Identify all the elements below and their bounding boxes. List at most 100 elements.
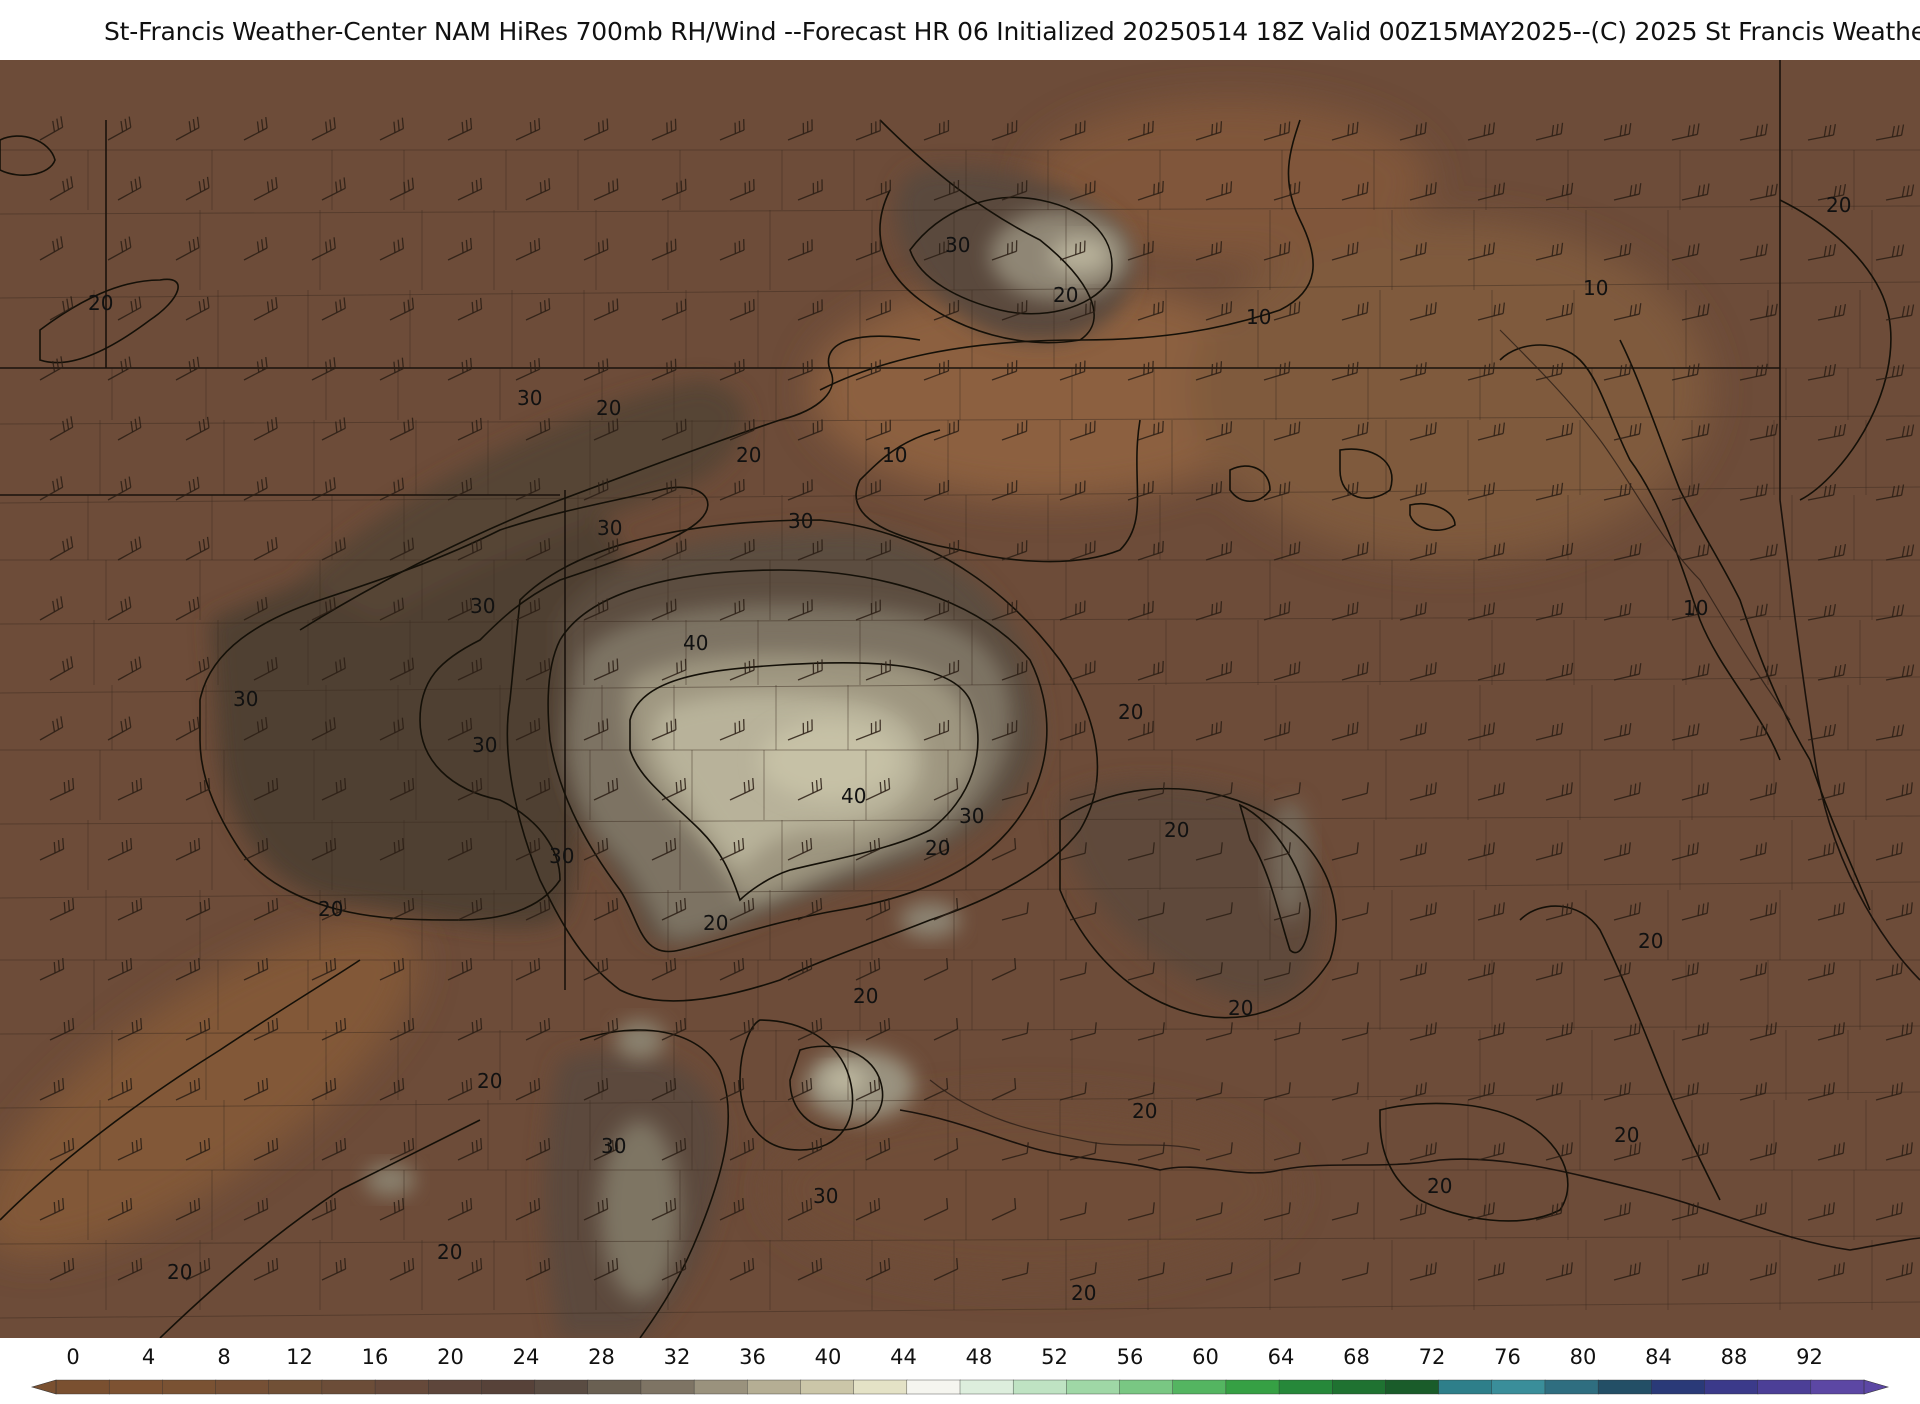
colorbar-swatch [1013, 1380, 1067, 1394]
colorbar-swatch [1066, 1380, 1120, 1394]
colorbar-tick-label: 88 [1721, 1345, 1748, 1369]
colorbar-swatch [1173, 1380, 1227, 1394]
colorbar-swatches [56, 1380, 1865, 1394]
colorbar-tick-label: 64 [1268, 1345, 1295, 1369]
contour-label: 10 [882, 443, 907, 467]
colorbar-tick-label: 56 [1117, 1345, 1144, 1369]
contour-label: 20 [477, 1069, 502, 1093]
contour-label: 20 [925, 836, 950, 860]
colorbar-arrow-left [32, 1380, 56, 1394]
colorbar-swatch [428, 1380, 482, 1394]
colorbar-tick-label: 28 [588, 1345, 615, 1369]
contour-label: 30 [945, 233, 970, 257]
contour-label: 30 [472, 733, 497, 757]
colorbar-tick-label: 24 [513, 1345, 540, 1369]
contour-label: 10 [1246, 305, 1271, 329]
colorbar-swatch [1545, 1380, 1599, 1394]
colorbar-tick-label: 20 [437, 1345, 464, 1369]
contour-label: 20 [736, 443, 761, 467]
colorbar-swatch [109, 1380, 163, 1394]
colorbar-tick-label: 8 [217, 1345, 230, 1369]
colorbar-tick-label: 84 [1645, 1345, 1672, 1369]
humid-cell-small-2 [365, 1164, 415, 1196]
colorbar-tick-label: 40 [815, 1345, 842, 1369]
colorbar-swatch [960, 1380, 1014, 1394]
colorbar-svg: 0481216202428323640444852566064687276808… [0, 1338, 1920, 1400]
colorbar-tick-label: 48 [966, 1345, 993, 1369]
colorbar-tick-label: 12 [286, 1345, 313, 1369]
map-frame: 20 30 20 10 10 20 30 20 20 10 30 30 30 4… [0, 60, 1920, 1338]
colorbar-tick-label: 60 [1192, 1345, 1219, 1369]
colorbar-tick-label: 92 [1796, 1345, 1823, 1369]
contour-label: 30 [788, 509, 813, 533]
map-title: St-Francis Weather-Center NAM HiRes 700m… [104, 17, 1920, 46]
contour-label: 40 [683, 631, 708, 655]
colorbar-tick-label: 52 [1041, 1345, 1068, 1369]
contour-label: 20 [1132, 1099, 1157, 1123]
colorbar-swatch [1651, 1380, 1705, 1394]
colorbar-swatch [1385, 1380, 1439, 1394]
contour-label: 10 [1583, 276, 1608, 300]
contour-label: 30 [813, 1184, 838, 1208]
colorbar-swatch [481, 1380, 535, 1394]
contour-label: 20 [1614, 1123, 1639, 1147]
contour-label: 20 [703, 911, 728, 935]
colorbar-swatch [56, 1380, 110, 1394]
contour-label: 20 [1826, 193, 1851, 217]
colorbar-labels: 0481216202428323640444852566064687276808… [66, 1345, 1823, 1369]
colorbar-tick-label: 72 [1419, 1345, 1446, 1369]
colorbar-swatch [1332, 1380, 1386, 1394]
contour-label: 30 [470, 594, 495, 618]
contour-label: 20 [437, 1240, 462, 1264]
contour-label: 20 [1053, 283, 1078, 307]
colorbar-swatch [216, 1380, 270, 1394]
colorbar-swatch [269, 1380, 323, 1394]
colorbar-tick-label: 16 [362, 1345, 389, 1369]
colorbar: 0481216202428323640444852566064687276808… [0, 1338, 1920, 1400]
colorbar-swatch [1811, 1380, 1865, 1394]
contour-label: 20 [318, 897, 343, 921]
title-bar: St-Francis Weather-Center NAM HiRes 700m… [0, 0, 1920, 60]
contour-label: 30 [597, 516, 622, 540]
colorbar-swatch [1226, 1380, 1280, 1394]
colorbar-swatch [1704, 1380, 1758, 1394]
colorbar-swatch [375, 1380, 429, 1394]
colorbar-swatch [694, 1380, 748, 1394]
colorbar-swatch [162, 1380, 216, 1394]
colorbar-swatch [1758, 1380, 1812, 1394]
contour-label: 20 [1118, 700, 1143, 724]
colorbar-arrow-right [1864, 1380, 1888, 1394]
colorbar-swatch [1120, 1380, 1174, 1394]
contour-label: 20 [596, 396, 621, 420]
humid-cell-south-peak [823, 1066, 867, 1094]
humid-cell-small-1 [615, 1020, 665, 1060]
dry-region-south [770, 1100, 1290, 1280]
colorbar-tick-label: 76 [1494, 1345, 1521, 1369]
colorbar-tick-label: 80 [1570, 1345, 1597, 1369]
colorbar-tick-label: 4 [142, 1345, 155, 1369]
colorbar-swatch [1439, 1380, 1493, 1394]
humid-core-peak [760, 720, 900, 800]
contour-label: 30 [517, 386, 542, 410]
colorbar-swatch [641, 1380, 695, 1394]
contour-label: 20 [1638, 929, 1663, 953]
colorbar-swatch [322, 1380, 376, 1394]
colorbar-tick-label: 0 [66, 1345, 79, 1369]
contour-label: 20 [1427, 1174, 1452, 1198]
colorbar-tick-label: 36 [739, 1345, 766, 1369]
colorbar-swatch [588, 1380, 642, 1394]
colorbar-swatch [535, 1380, 589, 1394]
contour-label: 20 [88, 291, 113, 315]
contour-label: 20 [1071, 1281, 1096, 1305]
colorbar-tick-label: 32 [664, 1345, 691, 1369]
colorbar-swatch [854, 1380, 908, 1394]
contour-label: 30 [959, 804, 984, 828]
colorbar-tick-label: 68 [1343, 1345, 1370, 1369]
contour-label: 20 [1228, 996, 1253, 1020]
contour-label: 40 [841, 784, 866, 808]
contour-label: 10 [1683, 596, 1708, 620]
contour-label: 20 [1164, 818, 1189, 842]
rh-wind-map: 20 30 20 10 10 20 30 20 20 10 30 30 30 4… [0, 60, 1920, 1338]
contour-label: 20 [853, 984, 878, 1008]
colorbar-swatch [747, 1380, 801, 1394]
